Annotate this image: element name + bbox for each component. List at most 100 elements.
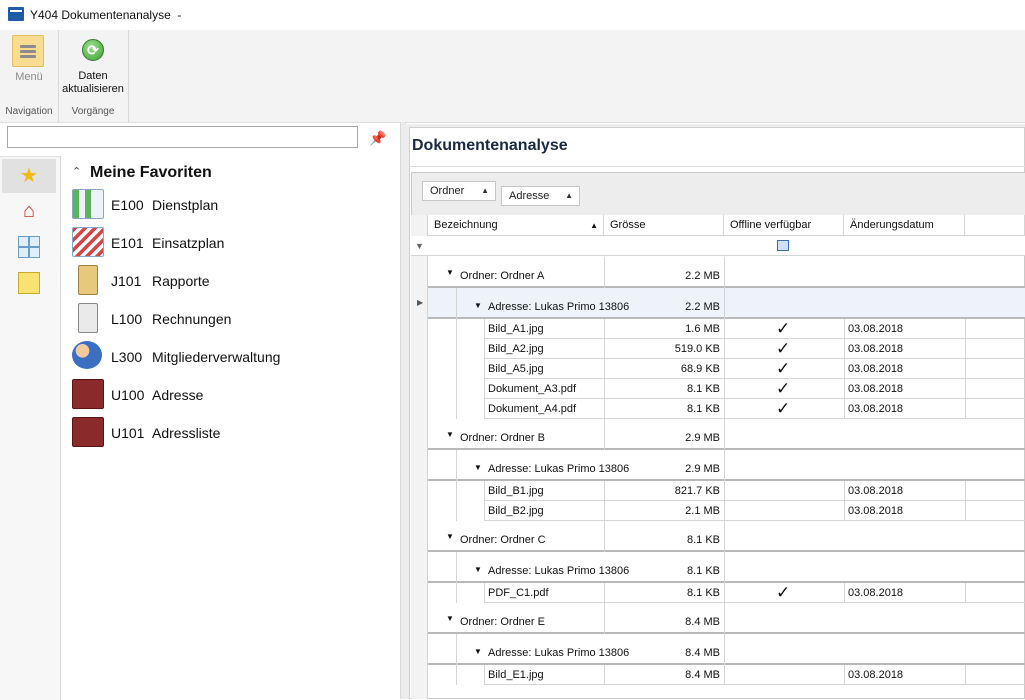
group-row[interactable]: ▼ Adresse: Lukas Primo 13806 2.9 MB [428, 450, 1025, 481]
expand-chevron-icon[interactable]: ▼ [446, 532, 454, 541]
column-header-groesse[interactable]: Grösse [604, 215, 724, 236]
column-header-aenderungsdatum[interactable]: Änderungsdatum [844, 215, 965, 236]
favorites-star-icon[interactable]: ★ [2, 159, 56, 193]
modified-date-cell: 03.08.2018 [848, 669, 904, 681]
column-header-offline[interactable]: Offline verfügbar [724, 215, 844, 236]
filter-row [411, 236, 1025, 256]
favorite-name: Dienstplan [152, 197, 219, 213]
group-row[interactable]: ▼ Adresse: Lukas Primo 13806 2.2 MB [428, 288, 1025, 319]
calendar-icon[interactable] [15, 233, 43, 261]
favorite-item-e101[interactable]: E101 Einsatzplan [72, 227, 392, 259]
notes-icon[interactable] [15, 269, 43, 297]
table-row[interactable]: PDF_C1.pdf 8.1 KB ✓ 03.08.2018 [428, 583, 1025, 603]
file-size-cell: 8.4 MB [685, 669, 720, 681]
cell-divider [844, 501, 845, 521]
indent-divider [484, 665, 485, 685]
filter-icon[interactable]: ▼ [415, 241, 424, 251]
favorite-item-e100[interactable]: E100 Dienstplan [72, 189, 392, 221]
group-row[interactable]: ▼ Ordner: Ordner E 8.4 MB [428, 603, 1025, 634]
app-logo-icon [8, 7, 24, 21]
file-name-cell: Bild_B2.jpg [488, 505, 544, 517]
table-row[interactable]: Bild_E1.jpg 8.4 MB 03.08.2018 [428, 665, 1025, 685]
favorite-item-l100[interactable]: L100 Rechnungen [72, 303, 392, 335]
favorite-name: Adresse [152, 387, 204, 403]
menu-button[interactable] [12, 35, 44, 67]
table-row[interactable]: Bild_A2.jpg 519.0 KB ✓ 03.08.2018 [428, 339, 1025, 359]
column-header-bezeichnung[interactable]: Bezeichnung ▲ [428, 215, 604, 236]
table-row[interactable]: Dokument_A3.pdf 8.1 KB ✓ 03.08.2018 [428, 379, 1025, 399]
column-header-empty[interactable] [965, 215, 1025, 236]
table-row[interactable]: Bild_B2.jpg 2.1 MB 03.08.2018 [428, 501, 1025, 521]
group-chip-ordner[interactable]: Ordner ▲ [422, 181, 496, 201]
group-row[interactable]: ▼ Ordner: Ordner A 2.2 MB [428, 257, 1025, 288]
favorite-item-j101[interactable]: J101 Rapporte [72, 265, 392, 297]
title-bar: Y404 Dokumentenanalyse - [0, 0, 1025, 30]
group-size: 8.1 KB [686, 565, 720, 577]
indent-divider [456, 501, 457, 521]
group-row[interactable]: ▼ Ordner: Ordner B 2.9 MB [428, 419, 1025, 450]
cell-divider [965, 501, 966, 521]
favorite-item-l300[interactable]: L300 Mitgliederverwaltung [72, 341, 392, 373]
expand-chevron-icon[interactable]: ▼ [446, 268, 454, 277]
modified-date-cell: 03.08.2018 [848, 323, 904, 335]
pin-icon[interactable]: 📌 [369, 130, 386, 147]
column-header-label: Bezeichnung [434, 219, 498, 231]
cell-divider [604, 319, 605, 339]
group-title-vorgaenge: Vorgänge [71, 106, 115, 117]
window-title: Y404 Dokumentenanalyse - [30, 8, 182, 22]
cell-divider [965, 379, 966, 399]
group-size: 2.2 MB [685, 301, 720, 313]
cell-divider [965, 359, 966, 379]
group-title-navigation: Navigation [5, 106, 53, 117]
modified-date-cell: 03.08.2018 [848, 505, 904, 517]
cell-divider [844, 583, 845, 603]
favorite-item-u100[interactable]: U100 Adresse [72, 379, 392, 411]
file-size-cell: 821.7 KB [674, 485, 720, 497]
hamburger-icon-line [20, 50, 36, 53]
cell-divider [724, 319, 725, 339]
ribbon-group-navigation: Menü Navigation [0, 30, 59, 122]
expand-chevron-icon[interactable]: ▼ [446, 430, 454, 439]
expand-chevron-icon[interactable]: ▼ [446, 614, 454, 623]
file-size-cell: 8.1 KB [686, 403, 720, 415]
expand-chevron-icon[interactable]: ▼ [474, 463, 482, 472]
group-label: Ordner: Ordner B [460, 432, 545, 444]
collapse-chevron-icon[interactable]: ⌃ [72, 165, 81, 178]
table-row[interactable]: Bild_B1.jpg 821.7 KB 03.08.2018 [428, 481, 1025, 501]
group-row[interactable]: ▼ Adresse: Lukas Primo 13806 8.1 KB [428, 552, 1025, 583]
favorite-name: Einsatzplan [152, 235, 225, 251]
refresh-icon[interactable]: ⟳ [82, 39, 104, 61]
group-row[interactable]: ▼ Adresse: Lukas Primo 13806 8.4 MB [428, 634, 1025, 665]
expand-chevron-icon[interactable]: ▼ [474, 565, 482, 574]
indent-divider [484, 501, 485, 521]
expand-chevron-icon[interactable]: ▼ [474, 301, 482, 310]
table-row[interactable]: Bild_A1.jpg 1.6 MB ✓ 03.08.2018 [428, 319, 1025, 339]
navigation-search-input[interactable] [7, 126, 358, 148]
modified-date-cell: 03.08.2018 [848, 485, 904, 497]
table-row[interactable]: Dokument_A4.pdf 8.1 KB ✓ 03.08.2018 [428, 399, 1025, 419]
group-chip-adresse[interactable]: Adresse ▲ [501, 186, 580, 206]
cell-divider [724, 257, 725, 288]
table-row[interactable]: Bild_A5.jpg 68.9 KB ✓ 03.08.2018 [428, 359, 1025, 379]
favorite-item-u101[interactable]: U101 Adressliste [72, 417, 392, 449]
cell-divider [965, 319, 966, 339]
home-icon[interactable]: ⌂ [15, 197, 43, 225]
cell-divider [844, 481, 845, 501]
indent-divider [484, 339, 485, 359]
favorite-code: U100 [111, 387, 145, 403]
group-row[interactable]: ▼ Ordner: Ordner C 8.1 KB [428, 521, 1025, 552]
indent-divider [456, 288, 457, 319]
offline-checkmark-icon: ✓ [776, 583, 791, 602]
rechnungen-icon [78, 303, 98, 333]
modified-date-cell: 03.08.2018 [848, 343, 904, 355]
indent-divider [456, 481, 457, 501]
adressliste-book-icon [72, 417, 104, 447]
offline-filter-checkbox[interactable] [777, 240, 789, 251]
group-label: Ordner: Ordner A [460, 270, 545, 282]
focused-row-indicator-icon: ▶ [417, 298, 424, 307]
expand-chevron-icon[interactable]: ▼ [474, 647, 482, 656]
file-size-cell: 519.0 KB [674, 343, 720, 355]
cell-divider [724, 552, 725, 583]
favorite-code: J101 [111, 273, 142, 289]
group-size: 8.1 KB [686, 534, 720, 546]
